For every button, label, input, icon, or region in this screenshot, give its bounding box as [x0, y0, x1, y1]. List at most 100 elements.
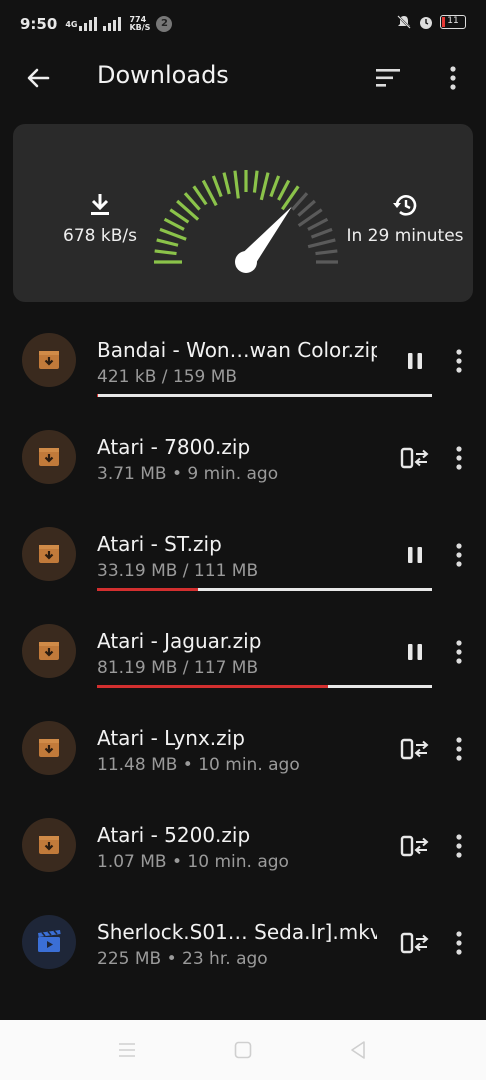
open-with-button[interactable]: [398, 443, 432, 473]
gauge-tick: [269, 175, 281, 198]
download-name: Atari - Jaguar.zip: [97, 629, 262, 653]
open-with-icon: [400, 835, 429, 857]
download-stats-card: 678 kB/s In 29 minutes: [13, 124, 473, 302]
signal-icon: [79, 17, 98, 31]
system-navigation-bar: [0, 1020, 486, 1080]
gauge-hub: [235, 251, 257, 273]
video-file-icon: [22, 915, 76, 969]
gauge-tick: [277, 179, 291, 201]
download-name: Atari - Lynx.zip: [97, 726, 245, 750]
download-name: Atari - 7800.zip: [97, 435, 251, 459]
download-name: Bandai - Won…wan Color.zip: [97, 338, 377, 362]
status-time: 9:50: [20, 15, 58, 33]
notification-count-badge: 2: [156, 16, 173, 32]
download-item[interactable]: Atari - Lynx.zip 11.48 MB • 10 min. ago: [0, 696, 486, 793]
download-meta: 421 kB / 159 MB: [97, 367, 238, 387]
pause-icon: [408, 353, 422, 369]
archive-file-icon: [22, 721, 76, 775]
more-vert-icon[interactable]: [443, 63, 463, 93]
download-meta: 1.07 MB • 10 min. ago: [97, 852, 289, 872]
item-more-icon[interactable]: [449, 637, 469, 667]
download-name: Sherlock.S01… Seda.Ir].mkv: [97, 920, 377, 944]
gauge-tick: [222, 172, 231, 195]
item-more-icon[interactable]: [449, 831, 469, 861]
item-more-icon[interactable]: [449, 928, 469, 958]
gauge-tick: [169, 208, 190, 224]
download-progress: [97, 394, 432, 397]
download-item[interactable]: Atari - 7800.zip 3.71 MB • 9 min. ago: [0, 405, 486, 502]
status-bar: 9:50 4G 774 KB/S 2 11: [0, 0, 486, 48]
gauge-tick: [307, 217, 329, 231]
gauge-tick: [307, 238, 336, 249]
open-with-icon: [400, 738, 429, 760]
download-progress: [97, 588, 432, 591]
back-icon[interactable]: [348, 1040, 368, 1060]
gauge-tick: [233, 170, 240, 199]
app-bar: Downloads: [0, 48, 486, 106]
battery-icon: 11: [440, 15, 466, 29]
gauge-tick: [154, 249, 177, 256]
archive-file-icon: [22, 333, 76, 387]
download-name: Atari - ST.zip: [97, 532, 222, 556]
download-progress: [97, 685, 432, 688]
gauge-tick: [310, 227, 333, 239]
gauge-tick: [315, 249, 338, 256]
gauge-tick: [183, 192, 201, 211]
download-meta: 81.19 MB / 117 MB: [97, 658, 259, 678]
mute-icon: [397, 15, 411, 29]
download-item[interactable]: Atari - Jaguar.zip 81.19 MB / 117 MB: [0, 599, 486, 696]
item-more-icon[interactable]: [449, 540, 469, 570]
download-name: Atari - 5200.zip: [97, 823, 251, 847]
archive-file-icon: [22, 818, 76, 872]
item-more-icon[interactable]: [449, 734, 469, 764]
download-meta: 225 MB • 23 hr. ago: [97, 949, 268, 969]
pause-button[interactable]: [398, 346, 432, 376]
sort-icon[interactable]: [372, 66, 404, 90]
gauge-tick: [291, 192, 309, 211]
network-type: 4G: [65, 19, 78, 29]
pause-button[interactable]: [398, 637, 432, 667]
pause-icon: [408, 644, 422, 660]
alarm-icon: [420, 17, 432, 29]
network-speed: 774 KB/S: [129, 15, 151, 32]
item-more-icon[interactable]: [449, 346, 469, 376]
download-item[interactable]: Atari - ST.zip 33.19 MB / 111 MB: [0, 502, 486, 599]
archive-file-icon: [22, 624, 76, 678]
open-with-icon: [400, 447, 429, 469]
download-item[interactable]: Sherlock.S01… Seda.Ir].mkv 225 MB • 23 h…: [0, 890, 486, 987]
download-list: Bandai - Won…wan Color.zip 421 kB / 159 …: [0, 308, 486, 987]
open-with-button[interactable]: [398, 734, 432, 764]
home-icon[interactable]: [233, 1040, 253, 1060]
history-icon: [393, 195, 417, 216]
download-meta: 11.48 MB • 10 min. ago: [97, 755, 300, 775]
speed-value: 678 kB/s: [63, 226, 137, 246]
open-with-icon: [400, 932, 429, 954]
download-icon: [91, 194, 109, 215]
gauge-tick: [211, 175, 223, 198]
pause-button[interactable]: [398, 540, 432, 570]
signal-icon: [103, 17, 122, 31]
open-with-button[interactable]: [398, 831, 432, 861]
gauge-tick: [252, 170, 259, 193]
open-with-button[interactable]: [398, 928, 432, 958]
download-item[interactable]: Atari - 5200.zip 1.07 MB • 10 min. ago: [0, 793, 486, 890]
download-item[interactable]: Bandai - Won…wan Color.zip 421 kB / 159 …: [0, 308, 486, 405]
item-more-icon[interactable]: [449, 443, 469, 473]
gauge-tick: [159, 227, 187, 241]
gauge-tick: [163, 217, 185, 231]
eta: In 29 minutes: [343, 192, 467, 246]
gauge-tick: [297, 199, 316, 217]
back-arrow-icon[interactable]: [22, 62, 54, 94]
speed-gauge: [154, 170, 338, 273]
recents-icon[interactable]: [117, 1040, 137, 1060]
pause-icon: [408, 547, 422, 563]
gauge-tick: [156, 238, 179, 247]
gauge-tick: [192, 185, 208, 206]
page-title: Downloads: [97, 61, 229, 89]
archive-file-icon: [22, 430, 76, 484]
download-meta: 3.71 MB • 9 min. ago: [97, 464, 279, 484]
gauge-tick: [259, 172, 270, 201]
eta-value: In 29 minutes: [346, 226, 464, 246]
archive-file-icon: [22, 527, 76, 581]
download-meta: 33.19 MB / 111 MB: [97, 561, 259, 581]
